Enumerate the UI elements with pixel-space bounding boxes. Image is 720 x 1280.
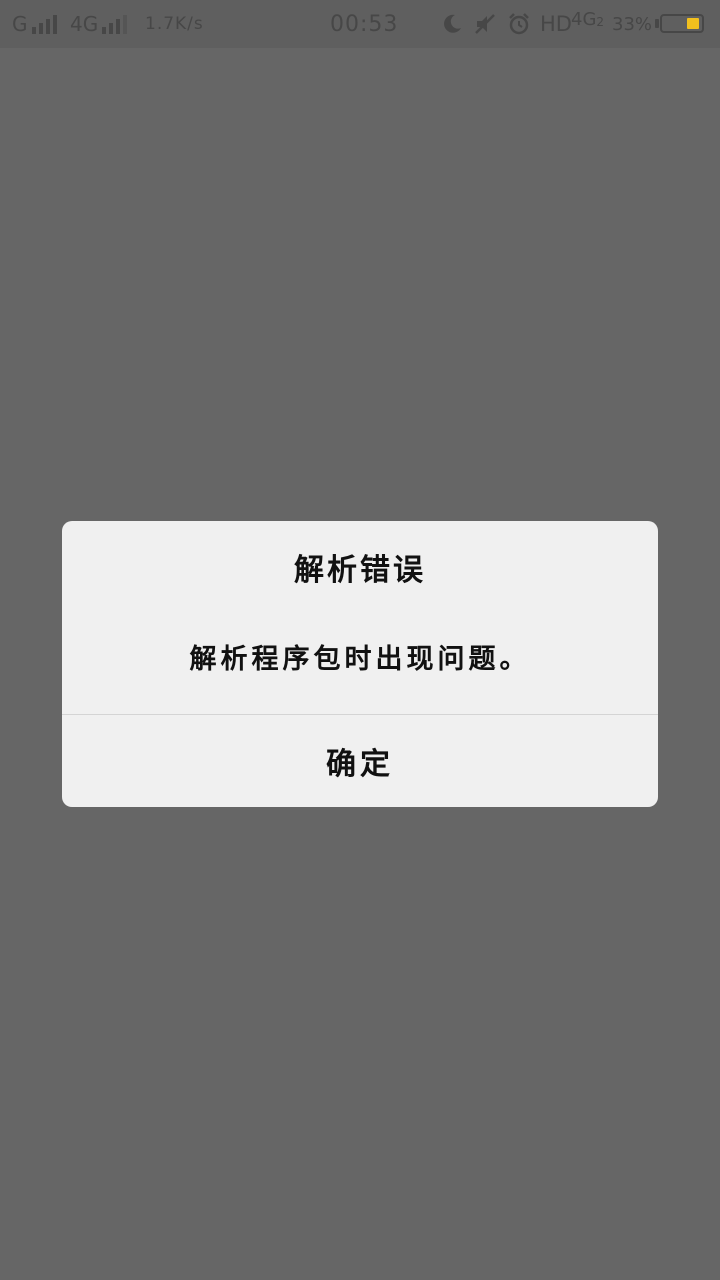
signal-icon [31, 14, 57, 34]
hd-label: HD [540, 12, 572, 36]
screen: G 4G 1.7K/s 00:53 HD 4G 2 33% 解析错误 解析程序包… [0, 0, 720, 1280]
data-network-label: 4G [571, 9, 597, 30]
sim1-network-label: G [12, 12, 28, 36]
status-clock: 00:53 [330, 11, 399, 37]
net-speed: 1.7K/s [145, 14, 204, 34]
sim1-status: G [12, 0, 57, 48]
status-bar: G 4G 1.7K/s 00:53 HD 4G 2 33% [0, 0, 720, 48]
sim2-status: 4G [70, 0, 128, 48]
dialog-message: 解析程序包时出现问题。 [189, 644, 531, 675]
sim2-network-label: 4G [70, 12, 99, 36]
data-network: 4G 2 [571, 0, 604, 48]
battery-percent: 33% [612, 13, 653, 35]
dialog-title: 解析错误 [294, 553, 426, 588]
parse-error-dialog: 解析错误 解析程序包时出现问题。 确定 [62, 521, 658, 807]
confirm-button[interactable]: 确定 [62, 715, 658, 807]
alarm-icon [507, 0, 531, 48]
signal-icon [102, 14, 128, 34]
battery-level [687, 18, 699, 29]
battery-tip [655, 19, 659, 28]
mute-icon [474, 0, 496, 48]
battery-icon [660, 14, 704, 33]
moon-icon [441, 0, 463, 48]
data-sim-index: 2 [596, 15, 605, 29]
